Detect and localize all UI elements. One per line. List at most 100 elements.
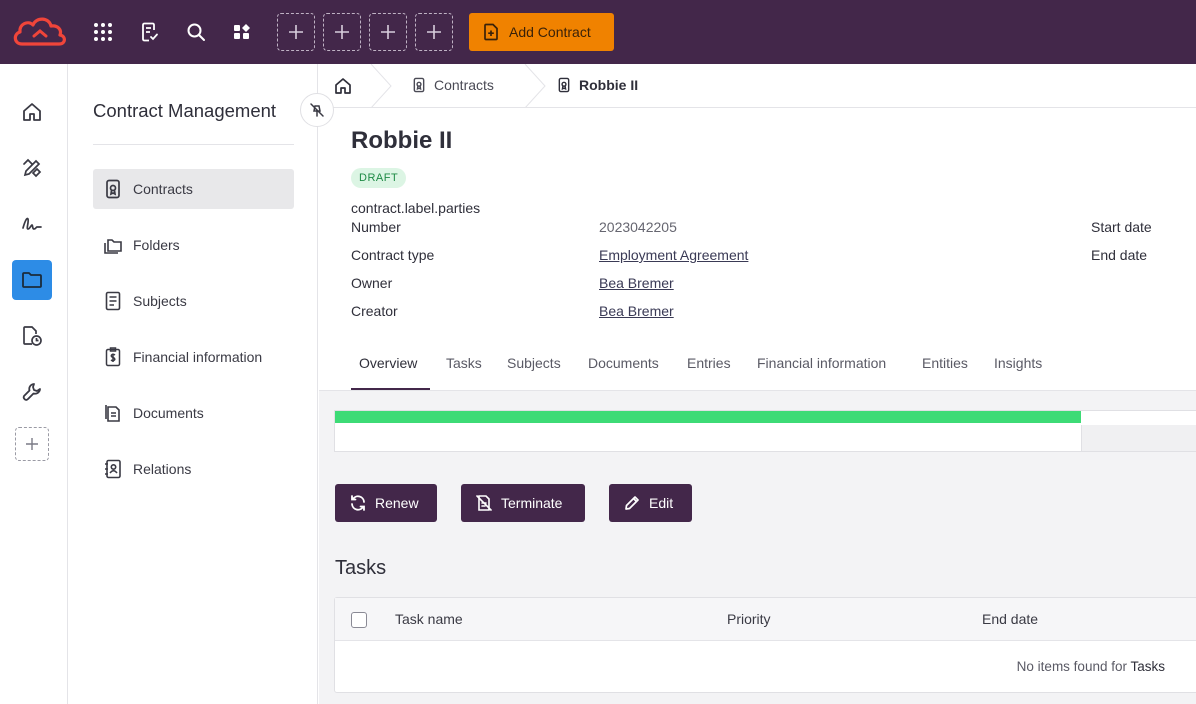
sidebar-item-label: Financial information (133, 349, 263, 365)
tasks-table: Task name Priority End date No items fou… (334, 597, 1196, 693)
home-icon[interactable] (12, 92, 52, 132)
contract-icon (103, 179, 123, 199)
parties-label: contract.label.parties (351, 200, 481, 216)
breadcrumb-label: Robbie II (579, 77, 639, 93)
breadcrumb-label: Contracts (434, 77, 494, 93)
cloud-logo-icon[interactable] (12, 14, 68, 50)
sidebar-item-label: Subjects (133, 293, 187, 309)
tab-overview[interactable]: Overview (359, 355, 417, 371)
progress-bar-fill (335, 411, 1081, 423)
breadcrumb: Contracts Robbie II (319, 64, 1196, 108)
owner-label: Owner (351, 275, 393, 291)
sidebar-item-folders[interactable]: Folders (93, 225, 294, 265)
contract-icon (558, 77, 570, 93)
sidebar-item-label: Documents (133, 405, 204, 421)
subjects-icon (103, 291, 123, 311)
end-date-label: End date (1091, 247, 1148, 263)
empty-state-entity: Tasks (1130, 659, 1165, 674)
tab-subjects[interactable]: Subjects (507, 355, 561, 371)
main-content: Contracts Robbie II Robbie II DRAFT cont… (319, 64, 1196, 704)
sidebar-item-label: Folders (133, 237, 180, 253)
tab-entries[interactable]: Entries (687, 355, 731, 371)
unpin-icon (310, 103, 324, 117)
widgets-icon[interactable] (226, 16, 258, 48)
breadcrumb-separator-icon (370, 64, 392, 108)
tab-financial-information[interactable]: Financial information (757, 355, 886, 371)
terminate-label: Terminate (501, 495, 563, 511)
tab-entities[interactable]: Entities (922, 355, 968, 371)
folder-icon[interactable] (12, 260, 52, 300)
sidebar-item-label: Contracts (133, 181, 193, 197)
unpin-sidebar-button[interactable] (300, 93, 334, 127)
progress-bar-remaining (1081, 425, 1196, 451)
tasks-section-title: Tasks (335, 557, 387, 579)
number-label: Number (351, 219, 401, 235)
table-header: Task name Priority End date (335, 598, 1196, 641)
sidebar-item-contracts[interactable]: Contracts (93, 169, 294, 209)
creator-link[interactable]: Bea Bremer (599, 303, 674, 319)
status-badge: DRAFT (351, 168, 407, 188)
folders-icon (103, 235, 123, 255)
overview-panel: Renew Terminate Edit Tasks Task name Pri… (319, 390, 1196, 704)
document-check-icon[interactable] (134, 16, 166, 48)
sidebar-item-subjects[interactable]: Subjects (93, 281, 294, 321)
sidebar-item-documents[interactable]: Documents (93, 393, 294, 433)
column-header-end-date[interactable]: End date (982, 611, 1038, 627)
tab-documents[interactable]: Documents (588, 355, 659, 371)
add-shortcut-button[interactable] (369, 13, 407, 51)
sidebar-divider (93, 144, 294, 145)
document-cancel-icon (476, 495, 492, 511)
tab-tasks[interactable]: Tasks (446, 355, 482, 371)
number-value: 2023042205 (599, 219, 677, 235)
column-header-priority[interactable]: Priority (727, 611, 771, 627)
edit-button[interactable]: Edit (609, 484, 692, 522)
empty-state-message: No items found for Tasks (335, 659, 1165, 674)
sidebar-item-financial-information[interactable]: Financial information (93, 337, 294, 377)
contract-progress (334, 410, 1196, 452)
add-contract-button[interactable]: Add Contract (469, 13, 614, 51)
financial-icon (103, 347, 123, 367)
page-title: Robbie II (351, 127, 453, 154)
contract-type-link[interactable]: Employment Agreement (599, 247, 748, 263)
pencil-icon (625, 496, 639, 510)
module-sidebar: Contract Management Contracts Folders Su… (69, 64, 334, 704)
top-bar: Add Contract (0, 0, 1196, 64)
column-header-task-name[interactable]: Task name (395, 611, 463, 627)
breadcrumb-separator-icon (524, 64, 546, 108)
contract-type-label: Contract type (351, 247, 435, 263)
signature-icon[interactable] (12, 204, 52, 244)
tab-bar: Overview Tasks Subjects Documents Entrie… (319, 344, 1196, 390)
renew-label: Renew (375, 495, 419, 511)
add-shortcut-button[interactable] (277, 13, 315, 51)
relations-icon (103, 459, 123, 479)
empty-state-prefix: No items found for (1016, 659, 1131, 674)
sidebar-title: Contract Management (93, 100, 277, 121)
search-icon[interactable] (180, 16, 212, 48)
tab-insights[interactable]: Insights (994, 355, 1042, 371)
sidebar-item-label: Relations (133, 461, 192, 477)
select-all-checkbox[interactable] (351, 612, 367, 628)
terminate-button[interactable]: Terminate (461, 484, 585, 522)
add-app-button[interactable] (15, 427, 49, 461)
home-icon[interactable] (333, 76, 353, 101)
add-contract-label: Add Contract (509, 24, 591, 40)
contract-icon (413, 77, 425, 93)
documents-icon (103, 403, 123, 423)
edit-label: Edit (649, 495, 674, 511)
apps-grid-icon[interactable] (87, 16, 119, 48)
document-plus-icon (484, 23, 498, 41)
app-rail (0, 64, 68, 704)
start-date-label: Start date (1091, 219, 1152, 235)
owner-link[interactable]: Bea Bremer (599, 275, 674, 291)
creator-label: Creator (351, 303, 398, 319)
add-shortcut-button[interactable] (415, 13, 453, 51)
breadcrumb-current: Robbie II (557, 77, 638, 93)
wrench-icon[interactable] (12, 372, 52, 412)
breadcrumb-contracts[interactable]: Contracts (412, 77, 494, 93)
design-tools-icon[interactable] (12, 148, 52, 188)
sidebar-item-relations[interactable]: Relations (93, 449, 294, 489)
renew-button[interactable]: Renew (335, 484, 437, 522)
add-shortcut-button[interactable] (323, 13, 361, 51)
refresh-icon (351, 495, 365, 511)
document-clock-icon[interactable] (12, 316, 52, 356)
